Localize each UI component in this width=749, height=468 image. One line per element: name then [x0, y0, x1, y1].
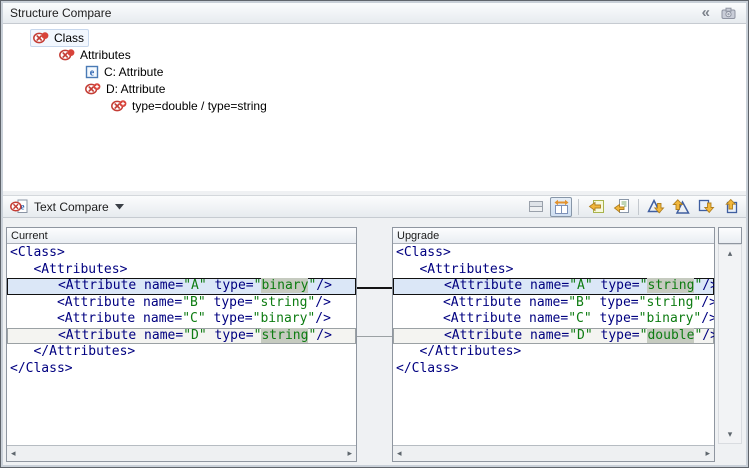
copy-current-right-to-left-button[interactable]: [610, 197, 632, 217]
diff-connector[interactable]: [357, 287, 392, 289]
tree-item-label: C: Attribute: [104, 65, 163, 79]
left-code-viewer[interactable]: <Class> <Attributes> <Attribute name="A"…: [7, 244, 356, 445]
copy-all-right-to-left-button[interactable]: [585, 197, 607, 217]
toggle-orientation-button[interactable]: [525, 197, 547, 217]
text-compare-body: Current <Class> <Attributes> <Attribute …: [3, 218, 746, 465]
text-compare-title: Text Compare: [34, 200, 109, 214]
right-pane-header: Upgrade: [393, 228, 714, 244]
right-compare-pane: Upgrade <Class> <Attributes> <Attribute …: [392, 227, 715, 462]
diff-code-line[interactable]: <Attribute name="A" type="binary"/>: [7, 278, 356, 295]
left-compare-pane: Current <Class> <Attributes> <Attribute …: [6, 227, 357, 462]
right-code-viewer[interactable]: <Class> <Attributes> <Attribute name="A"…: [393, 244, 714, 445]
swap-left-right-button[interactable]: [550, 197, 572, 217]
previous-change-button[interactable]: [720, 197, 742, 217]
collapse-all-icon[interactable]: «: [702, 6, 710, 20]
code-line[interactable]: </Class>: [7, 361, 356, 378]
next-difference-button[interactable]: [645, 197, 667, 217]
tree-item[interactable]: type=double / type=string: [3, 97, 746, 114]
left-pane-header: Current: [7, 228, 356, 244]
tree-item-label: Class: [54, 31, 84, 45]
scroll-left-icon[interactable]: ◂: [11, 448, 16, 459]
scroll-down-icon[interactable]: ▾: [728, 429, 733, 440]
right-horizontal-scrollbar[interactable]: ◂ ▸: [393, 445, 714, 461]
tree-item[interactable]: Class: [3, 29, 746, 46]
diff-modified-icon: [59, 48, 75, 61]
diff-connector-gutter: [357, 244, 392, 446]
code-line[interactable]: </Class>: [393, 361, 714, 378]
toolbar-separator: [578, 199, 579, 215]
diff-modified-icon: [33, 31, 49, 44]
diff-changed-icon: [85, 82, 101, 95]
left-horizontal-scrollbar[interactable]: ◂ ▸: [7, 445, 356, 461]
vertical-scrollbar[interactable]: ▴ ▾: [718, 244, 742, 444]
tree-item[interactable]: e C: Attribute: [3, 63, 746, 80]
code-line[interactable]: </Attributes>: [7, 344, 356, 361]
text-compare-header: e Text Compare: [3, 195, 746, 218]
code-line[interactable]: <Class>: [7, 245, 356, 262]
compare-editor-frame: Structure Compare « Class Attributes e C: A…: [3, 3, 746, 465]
text-compare-icon: e: [10, 198, 28, 216]
text-compare-menu[interactable]: e Text Compare: [3, 198, 124, 216]
structure-compare-tree: Class Attributes e C: Attribute D: Attribute…: [3, 24, 746, 191]
code-line[interactable]: </Attributes>: [393, 344, 714, 361]
eattribute-icon: e: [85, 65, 99, 79]
diff-changed-icon: [111, 99, 127, 112]
scroll-right-icon[interactable]: ▸: [347, 448, 352, 459]
right-pane-title: Upgrade: [397, 230, 439, 242]
code-line[interactable]: <Class>: [393, 245, 714, 262]
structure-compare-title: Structure Compare: [3, 6, 111, 20]
tree-item-label: Attributes: [80, 48, 131, 62]
code-line[interactable]: <Attribute name="B" type="string"/>: [7, 295, 356, 312]
scroll-up-icon[interactable]: ▴: [728, 248, 733, 259]
scroll-left-icon[interactable]: ◂: [397, 448, 402, 459]
tree-item-label: D: Attribute: [106, 82, 165, 96]
code-line[interactable]: <Attribute name="B" type="string"/>: [393, 295, 714, 312]
code-line[interactable]: <Attributes>: [7, 262, 356, 279]
code-line[interactable]: <Attributes>: [393, 262, 714, 279]
code-line[interactable]: <Attribute name="C" type="binary"/>: [393, 311, 714, 328]
diff-code-line[interactable]: <Attribute name="D" type="string"/>: [7, 328, 356, 345]
tree-selection-box: Class: [30, 29, 89, 47]
next-change-button[interactable]: [695, 197, 717, 217]
code-line[interactable]: <Attribute name="C" type="binary"/>: [7, 311, 356, 328]
compare-editor-window: Structure Compare « Class Attributes e C: A…: [0, 0, 749, 468]
dropdown-arrow-icon: [115, 204, 124, 210]
screenshot-icon[interactable]: [719, 4, 737, 22]
text-compare-toolbar: [525, 197, 746, 217]
structure-compare-actions: «: [702, 4, 746, 22]
tree-item[interactable]: Attributes: [3, 46, 746, 63]
diff-code-line[interactable]: <Attribute name="D" type="double"/>: [393, 328, 714, 345]
scroll-right-icon[interactable]: ▸: [705, 448, 710, 459]
toolbar-separator: [638, 199, 639, 215]
structure-compare-header: Structure Compare «: [3, 3, 746, 24]
tree-item-label: type=double / type=string: [132, 99, 267, 113]
diff-code-line[interactable]: <Attribute name="A" type="string"/>: [393, 278, 714, 295]
left-pane-title: Current: [11, 230, 48, 242]
previous-difference-button[interactable]: [670, 197, 692, 217]
diff-connector[interactable]: [357, 336, 392, 337]
scrollbar-header-cell: [718, 227, 742, 244]
tree-item[interactable]: D: Attribute: [3, 80, 746, 97]
svg-text:e: e: [90, 67, 95, 78]
